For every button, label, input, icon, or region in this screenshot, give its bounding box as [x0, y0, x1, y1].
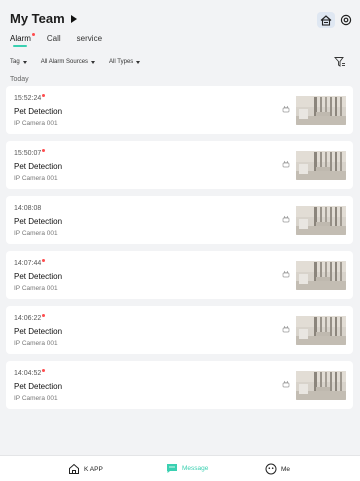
caret-right-icon [70, 14, 77, 23]
snapshot-image [296, 261, 346, 290]
team-selector[interactable]: My Team [10, 11, 77, 26]
unread-dot [42, 94, 45, 97]
chevron-down-icon [22, 60, 27, 64]
snapshot-image [296, 151, 346, 180]
unread-dot [42, 314, 45, 317]
tab-bar: Alarm Call service [10, 33, 102, 50]
alarm-list: 15:52:24 Pet Detection IP Camera 001 15:… [6, 86, 353, 416]
header: My Team [0, 0, 360, 32]
page-title: My Team [10, 11, 65, 26]
unread-dot [42, 369, 45, 372]
alarm-title: Pet Detection [14, 272, 63, 281]
pet-icon [282, 215, 290, 223]
unread-dot [42, 149, 45, 152]
alarm-title: Pet Detection [14, 217, 63, 226]
bottom-navigation: K APP Message Me [0, 455, 360, 481]
unread-dot [42, 259, 45, 262]
alarm-source: IP Camera 001 [14, 230, 58, 237]
alarm-time: 15:50:07 [14, 150, 42, 157]
alarm-title: Pet Detection [14, 162, 63, 171]
tag-filter-label: Tag [10, 59, 20, 65]
snapshot-thumbnail[interactable] [296, 151, 346, 180]
snapshot-thumbnail[interactable] [296, 316, 346, 345]
alarm-time: 15:52:24 [14, 95, 42, 102]
tag-filter[interactable]: Tag [10, 59, 27, 65]
nav-me-label: Me [281, 465, 291, 473]
pet-icon [282, 325, 290, 333]
alarm-title: Pet Detection [14, 382, 63, 391]
alarm-time: 14:08:08 [14, 205, 42, 212]
snapshot-image [296, 316, 346, 345]
snapshot-image [296, 371, 346, 400]
pet-icon [282, 160, 290, 168]
filter-icon[interactable] [334, 56, 346, 68]
alarm-card[interactable]: 15:50:07 Pet Detection IP Camera 001 [6, 141, 353, 189]
tab-service[interactable]: service [77, 34, 102, 50]
alarm-time: 14:07:44 [14, 260, 42, 267]
home-icon [320, 14, 332, 26]
filter-bar: Tag All Alarm Sources All Types [10, 56, 350, 68]
chevron-down-icon [136, 60, 141, 64]
tab-call-label: Call [46, 34, 61, 43]
pet-icon [282, 380, 290, 388]
alarm-source: IP Camera 001 [14, 175, 58, 182]
active-tab-indicator [13, 45, 27, 47]
nav-me[interactable]: Me [265, 463, 290, 475]
home-icon-button[interactable] [317, 12, 335, 28]
alarm-source: IP Camera 001 [14, 285, 58, 292]
nav-k-app[interactable]: K APP [68, 463, 103, 475]
section-date-header: Today [10, 76, 29, 83]
alarm-source-filter-label: All Alarm Sources [40, 59, 89, 65]
tab-alarm-label: Alarm [10, 34, 31, 43]
nav-k-app-label: K APP [84, 465, 103, 473]
alarm-card[interactable]: 14:07:44 Pet Detection IP Camera 001 [6, 251, 353, 299]
alarm-time: 14:04:52 [14, 370, 42, 377]
nav-message-label: Message [182, 465, 209, 472]
tab-service-label: service [76, 34, 103, 43]
alarm-card[interactable]: 14:04:52 Pet Detection IP Camera 001 [6, 361, 353, 409]
message-icon [167, 464, 177, 473]
tab-call[interactable]: Call [47, 34, 61, 50]
pet-icon [282, 105, 290, 113]
settings-button[interactable] [338, 12, 354, 28]
tab-alarm[interactable]: Alarm [10, 33, 35, 50]
type-filter-label: All Types [109, 59, 134, 65]
alarm-source: IP Camera 001 [14, 120, 58, 127]
alarm-source: IP Camera 001 [14, 395, 58, 402]
alarm-card[interactable]: 15:52:24 Pet Detection IP Camera 001 [6, 86, 353, 134]
alarm-time: 14:06:22 [14, 315, 42, 322]
snapshot-image [296, 206, 346, 235]
alarm-title: Pet Detection [14, 327, 63, 336]
snapshot-thumbnail[interactable] [296, 261, 346, 290]
alarm-source: IP Camera 001 [14, 340, 58, 347]
settings-icon [340, 14, 352, 26]
pet-icon [282, 270, 290, 278]
nav-message[interactable]: Message [166, 463, 208, 474]
alarm-source-filter[interactable]: All Alarm Sources [40, 59, 96, 65]
snapshot-thumbnail[interactable] [296, 371, 346, 400]
me-icon [265, 463, 277, 475]
alarm-card[interactable]: 14:08:08 Pet Detection IP Camera 001 [6, 196, 353, 244]
type-filter[interactable]: All Types [109, 59, 141, 65]
alarm-card[interactable]: 14:06:22 Pet Detection IP Camera 001 [6, 306, 353, 354]
snapshot-thumbnail[interactable] [296, 96, 346, 125]
snapshot-image [296, 96, 346, 125]
chevron-down-icon [91, 60, 96, 64]
unread-dot [31, 33, 35, 36]
snapshot-thumbnail[interactable] [296, 206, 346, 235]
home-icon [69, 463, 79, 474]
alarm-title: Pet Detection [14, 107, 63, 116]
